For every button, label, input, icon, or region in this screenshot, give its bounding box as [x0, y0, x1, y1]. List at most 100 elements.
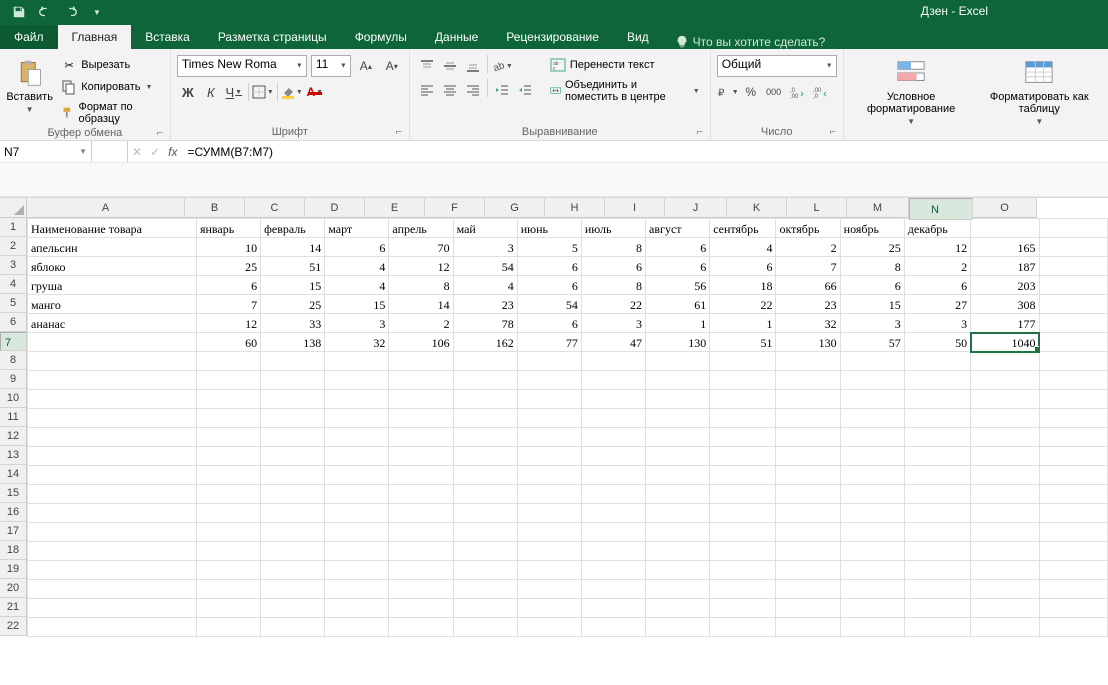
- cell-N13[interactable]: [971, 447, 1039, 466]
- cell-J20[interactable]: [710, 580, 776, 599]
- qat-customize-icon[interactable]: ▼: [86, 2, 108, 22]
- cell-D11[interactable]: [325, 409, 389, 428]
- row-header-16[interactable]: 16: [0, 503, 27, 522]
- cell-N4[interactable]: 203: [971, 276, 1039, 295]
- cell-J8[interactable]: [710, 352, 776, 371]
- cell-M11[interactable]: [904, 409, 970, 428]
- cell-L17[interactable]: [840, 523, 904, 542]
- row-header-22[interactable]: 22: [0, 617, 27, 636]
- cell-O11[interactable]: [1039, 409, 1107, 428]
- cell-B11[interactable]: [196, 409, 260, 428]
- row-header-5[interactable]: 5: [0, 294, 27, 313]
- cell-B13[interactable]: [196, 447, 260, 466]
- cell-C15[interactable]: [261, 485, 325, 504]
- cell-I18[interactable]: [646, 542, 710, 561]
- cell-B2[interactable]: 10: [196, 238, 260, 257]
- row-header-9[interactable]: 9: [0, 370, 27, 389]
- merge-center-button[interactable]: Объединить и поместить в центре▼: [546, 77, 704, 105]
- cell-H13[interactable]: [581, 447, 645, 466]
- cell-N7[interactable]: 1040: [971, 333, 1039, 352]
- cell-O17[interactable]: [1039, 523, 1107, 542]
- cell-O2[interactable]: [1039, 238, 1107, 257]
- cell-H5[interactable]: 22: [581, 295, 645, 314]
- cell-E4[interactable]: 8: [389, 276, 453, 295]
- row-header-17[interactable]: 17: [0, 522, 27, 541]
- cell-M4[interactable]: 6: [904, 276, 970, 295]
- cell-F2[interactable]: 3: [453, 238, 517, 257]
- increase-indent-button[interactable]: [514, 79, 536, 101]
- row-header-15[interactable]: 15: [0, 484, 27, 503]
- cell-A9[interactable]: [28, 371, 197, 390]
- cell-A17[interactable]: [28, 523, 197, 542]
- bold-button[interactable]: Ж: [177, 81, 199, 103]
- cell-G12[interactable]: [517, 428, 581, 447]
- cell-B9[interactable]: [196, 371, 260, 390]
- cell-G9[interactable]: [517, 371, 581, 390]
- dialog-launcher-icon[interactable]: ⌐: [827, 126, 839, 138]
- cell-M14[interactable]: [904, 466, 970, 485]
- cell-J6[interactable]: 1: [710, 314, 776, 333]
- cell-O8[interactable]: [1039, 352, 1107, 371]
- cell-B19[interactable]: [196, 561, 260, 580]
- cell-L18[interactable]: [840, 542, 904, 561]
- cell-F4[interactable]: 4: [453, 276, 517, 295]
- col-header-I[interactable]: I: [605, 198, 665, 218]
- cell-D13[interactable]: [325, 447, 389, 466]
- accounting-format-button[interactable]: ₽▼: [717, 81, 739, 103]
- cell-H6[interactable]: 3: [581, 314, 645, 333]
- cell-M3[interactable]: 2: [904, 257, 970, 276]
- cell-E15[interactable]: [389, 485, 453, 504]
- cell-D19[interactable]: [325, 561, 389, 580]
- name-box-input[interactable]: [4, 145, 79, 159]
- cell-O15[interactable]: [1039, 485, 1107, 504]
- cell-F14[interactable]: [453, 466, 517, 485]
- cell-D1[interactable]: март: [325, 219, 389, 238]
- cell-G1[interactable]: июнь: [517, 219, 581, 238]
- cell-E18[interactable]: [389, 542, 453, 561]
- cell-J3[interactable]: 6: [710, 257, 776, 276]
- cell-A22[interactable]: [28, 618, 197, 637]
- cell-A21[interactable]: [28, 599, 197, 618]
- cell-J9[interactable]: [710, 371, 776, 390]
- cell-K12[interactable]: [776, 428, 840, 447]
- cell-L7[interactable]: 57: [840, 333, 904, 352]
- copy-button[interactable]: Копировать▼: [57, 77, 164, 97]
- align-middle-button[interactable]: [439, 55, 461, 77]
- cell-A7[interactable]: [28, 333, 197, 352]
- increase-font-button[interactable]: A▴: [355, 55, 377, 77]
- cell-D18[interactable]: [325, 542, 389, 561]
- cell-F11[interactable]: [453, 409, 517, 428]
- cell-D8[interactable]: [325, 352, 389, 371]
- cell-H21[interactable]: [581, 599, 645, 618]
- cell-D4[interactable]: 4: [325, 276, 389, 295]
- fx-icon[interactable]: fx: [168, 145, 177, 159]
- cell-D2[interactable]: 6: [325, 238, 389, 257]
- cell-K10[interactable]: [776, 390, 840, 409]
- cell-B8[interactable]: [196, 352, 260, 371]
- number-format-select[interactable]: Общий▼: [717, 55, 837, 77]
- cell-J14[interactable]: [710, 466, 776, 485]
- cell-A16[interactable]: [28, 504, 197, 523]
- cell-J22[interactable]: [710, 618, 776, 637]
- cell-E11[interactable]: [389, 409, 453, 428]
- cell-G4[interactable]: 6: [517, 276, 581, 295]
- row-header-19[interactable]: 19: [0, 560, 27, 579]
- cell-L3[interactable]: 8: [840, 257, 904, 276]
- cell-I21[interactable]: [646, 599, 710, 618]
- cell-G13[interactable]: [517, 447, 581, 466]
- cell-M21[interactable]: [904, 599, 970, 618]
- cell-G8[interactable]: [517, 352, 581, 371]
- cell-I22[interactable]: [646, 618, 710, 637]
- cell-A19[interactable]: [28, 561, 197, 580]
- col-header-D[interactable]: D: [305, 198, 365, 218]
- cell-M16[interactable]: [904, 504, 970, 523]
- cell-B21[interactable]: [196, 599, 260, 618]
- cell-L22[interactable]: [840, 618, 904, 637]
- cell-D7[interactable]: 32: [325, 333, 389, 352]
- underline-button[interactable]: Ч▼: [223, 81, 245, 103]
- cell-I16[interactable]: [646, 504, 710, 523]
- cell-J17[interactable]: [710, 523, 776, 542]
- cell-C4[interactable]: 15: [261, 276, 325, 295]
- cell-N22[interactable]: [971, 618, 1039, 637]
- cell-I4[interactable]: 56: [646, 276, 710, 295]
